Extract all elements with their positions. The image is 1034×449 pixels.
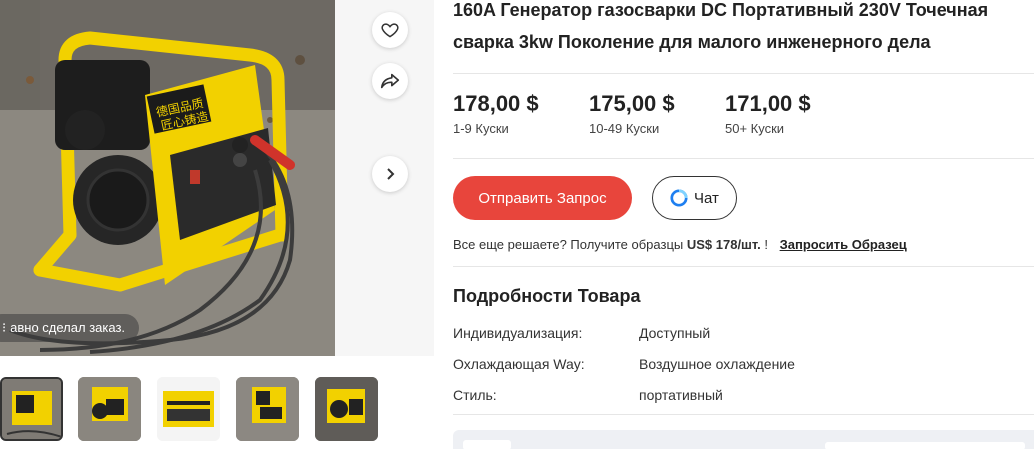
share-icon	[380, 73, 400, 89]
chat-icon	[670, 189, 688, 207]
thumbnail-1[interactable]	[0, 377, 63, 441]
price-quantity: 10-49 Куски	[589, 121, 660, 136]
sample-price: US$ 178/шт.	[686, 237, 761, 252]
attribute-value: Доступный	[639, 325, 711, 341]
heart-icon	[381, 23, 399, 38]
divider	[453, 266, 1034, 267]
banner-block	[825, 442, 1025, 449]
price-value: 171,00 $	[725, 91, 811, 116]
toast-dots: ⁝	[2, 320, 7, 335]
next-image-button[interactable]	[372, 156, 408, 192]
favorite-button[interactable]	[372, 12, 408, 48]
thumbnail-4[interactable]	[236, 377, 299, 441]
thumbnail-5[interactable]	[315, 377, 378, 441]
divider	[453, 158, 1034, 159]
toast-text: авно сделал заказ.	[10, 320, 126, 335]
divider	[453, 73, 1034, 74]
chevron-right-icon	[387, 168, 395, 180]
price-quantity: 50+ Куски	[725, 121, 785, 136]
attribute-label: Стиль:	[453, 387, 497, 403]
price-quantity: 1-9 Куски	[453, 121, 509, 136]
sample-prefix: Все еще решаете? Получите образцы	[453, 237, 684, 252]
thumbnail-3[interactable]	[157, 377, 220, 441]
price-tier-1: 178,00 $ 1-9 Куски	[453, 90, 539, 136]
product-info: 160A Генератор газосварки DC Портативный…	[453, 0, 1034, 449]
sample-suffix: !	[764, 237, 768, 252]
sample-row: Все еще решаете? Получите образцы US$ 17…	[453, 237, 907, 252]
price-tier-3: 171,00 $ 50+ Куски	[725, 90, 811, 136]
attribute-label: Индивидуализация:	[453, 325, 583, 341]
product-title-line-1: 160A Генератор газосварки DC Портативный…	[453, 0, 989, 20]
chat-button[interactable]: Чат	[652, 176, 737, 220]
details-heading: Подробности Товара	[453, 286, 641, 306]
price-value: 175,00 $	[589, 91, 675, 116]
request-sample-link[interactable]: Запросить Образец	[780, 237, 907, 252]
attribute-value: Воздушное охлаждение	[639, 356, 795, 372]
price-value: 178,00 $	[453, 91, 539, 116]
bottom-banner	[453, 430, 1034, 449]
price-tier-2: 175,00 $ 10-49 Куски	[589, 90, 675, 136]
banner-block	[463, 440, 511, 449]
send-inquiry-button[interactable]: Отправить Запрос	[453, 176, 632, 220]
attribute-value: портативный	[639, 387, 723, 403]
thumbnail-2[interactable]	[78, 377, 141, 441]
chat-label: Чат	[694, 189, 719, 207]
share-button[interactable]	[372, 63, 408, 99]
product-gallery: 德国品质 匠心铸造 ⁝ авно сделал заказ.	[0, 0, 434, 449]
divider	[453, 414, 1034, 415]
product-title-line-2: сварка 3kw Поколение для малого инженерн…	[453, 32, 931, 52]
main-product-image[interactable]: 德国品质 匠心铸造 ⁝ авно сделал заказ.	[0, 0, 335, 356]
recent-order-toast: ⁝ авно сделал заказ.	[0, 314, 140, 342]
attribute-label: Охлаждающая Way:	[453, 356, 585, 372]
